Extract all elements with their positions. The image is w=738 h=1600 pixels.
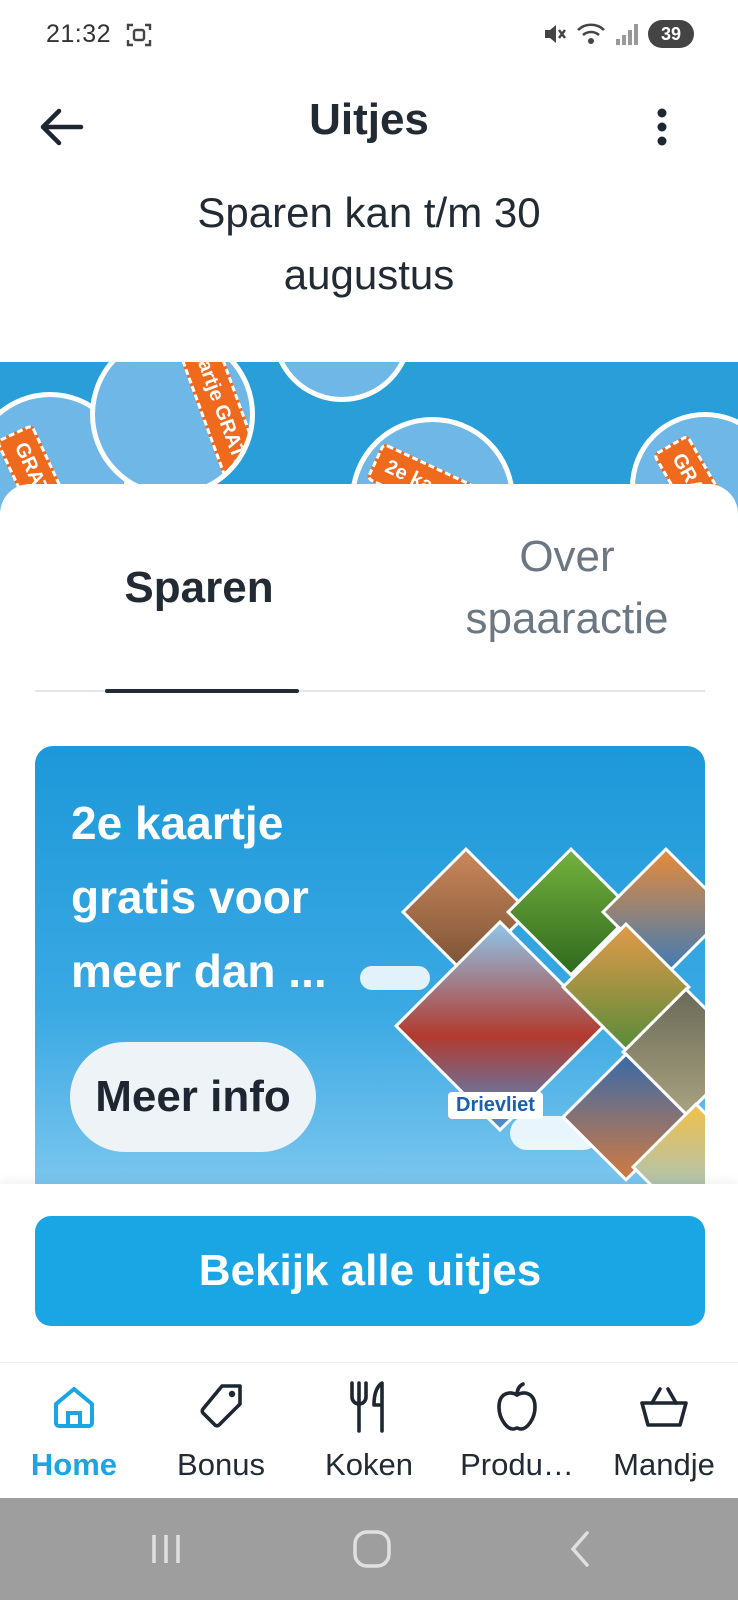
more-vertical-icon (657, 108, 667, 146)
nav-item-koken[interactable]: Koken (295, 1363, 443, 1499)
attractions-collage: Drievliet (360, 846, 705, 1186)
tab-sparen-label: Sparen (124, 563, 274, 612)
basket-icon (636, 1379, 692, 1435)
cloud-decoration (360, 966, 430, 990)
cta-container: Bekijk alle uitjes (0, 1184, 738, 1364)
cutlery-icon (341, 1379, 397, 1435)
stamp-ticket: kaartje GRATIS (171, 362, 250, 492)
tag-icon (193, 1379, 249, 1435)
battery-indicator: 39 (648, 20, 694, 48)
status-bar: 21:32 39 (0, 0, 738, 72)
status-icons: 39 (542, 20, 694, 48)
promo-line-2: gratis voor (71, 871, 309, 923)
tab-over-label: Over spaaractie (465, 526, 668, 650)
nav-item-bonus[interactable]: Bonus (147, 1363, 295, 1499)
nav-item-mandje[interactable]: Mandje (590, 1363, 738, 1499)
subtitle-line-2: augustus (283, 251, 455, 298)
page-title: Uitjes (309, 95, 429, 144)
home-icon (46, 1379, 102, 1435)
promo-headline: 2e kaartje gratis voor meer dan ... (71, 786, 401, 1008)
nav-label-producten: Produ… (460, 1447, 574, 1482)
screen: 21:32 39 Uitjes Sparen kan t/m 30 august… (0, 0, 738, 1600)
bekijk-alle-uitjes-button[interactable]: Bekijk alle uitjes (35, 1216, 705, 1326)
nav-item-home[interactable]: Home (0, 1363, 148, 1499)
tab-over-label-line-1: Over (519, 532, 615, 581)
mute-icon (545, 25, 566, 43)
wifi-icon (577, 23, 605, 44)
meer-info-button[interactable]: Meer info (70, 1042, 316, 1152)
stamp-coin (272, 362, 412, 402)
nav-label-koken: Koken (325, 1447, 413, 1482)
back-button[interactable] (34, 100, 88, 154)
page-subtitle: Sparen kan t/m 30 augustus (120, 182, 618, 306)
nav-label-bonus: Bonus (177, 1447, 265, 1482)
recent-apps-button[interactable] (136, 1524, 196, 1574)
active-tab-indicator (105, 689, 299, 693)
nav-label-home: Home (30, 1447, 118, 1482)
nav-item-producten[interactable]: Produ… (443, 1363, 591, 1499)
subtitle-line-1: Sparen kan t/m 30 (197, 189, 541, 236)
bottom-navigation: Home Bonus Koken Produ… Mandje (0, 1362, 738, 1498)
drievliet-logo: Drievliet (448, 1092, 543, 1119)
content-card: Sparen Over spaaractie 2e kaartje gratis… (0, 484, 738, 1186)
promo-banner[interactable]: 2e kaartje gratis voor meer dan ... Meer… (35, 746, 705, 1186)
recent-apps-icon (152, 1535, 180, 1563)
back-system-button[interactable] (550, 1524, 610, 1574)
tab-sparen[interactable]: Sparen (101, 484, 297, 692)
screenshot-icon (126, 23, 152, 47)
system-navigation-bar (0, 1498, 738, 1600)
chevron-left-icon (570, 1531, 589, 1567)
home-system-button[interactable] (342, 1524, 402, 1574)
promo-line-1: 2e kaartje (71, 797, 284, 849)
tab-over-label-line-2: spaaractie (465, 594, 669, 643)
nav-label-mandje: Mandje (613, 1447, 715, 1482)
apple-icon (489, 1379, 545, 1435)
status-time: 21:32 (46, 20, 112, 48)
promo-line-3: meer dan ... (71, 945, 327, 997)
more-options-button[interactable] (636, 100, 688, 154)
signal-icon (616, 24, 638, 45)
tab-bar: Sparen Over spaaractie (35, 484, 705, 693)
home-circle-icon (353, 1530, 391, 1568)
arrow-left-icon (40, 108, 84, 146)
tab-over-spaaractie[interactable]: Over spaaractie (417, 484, 717, 692)
